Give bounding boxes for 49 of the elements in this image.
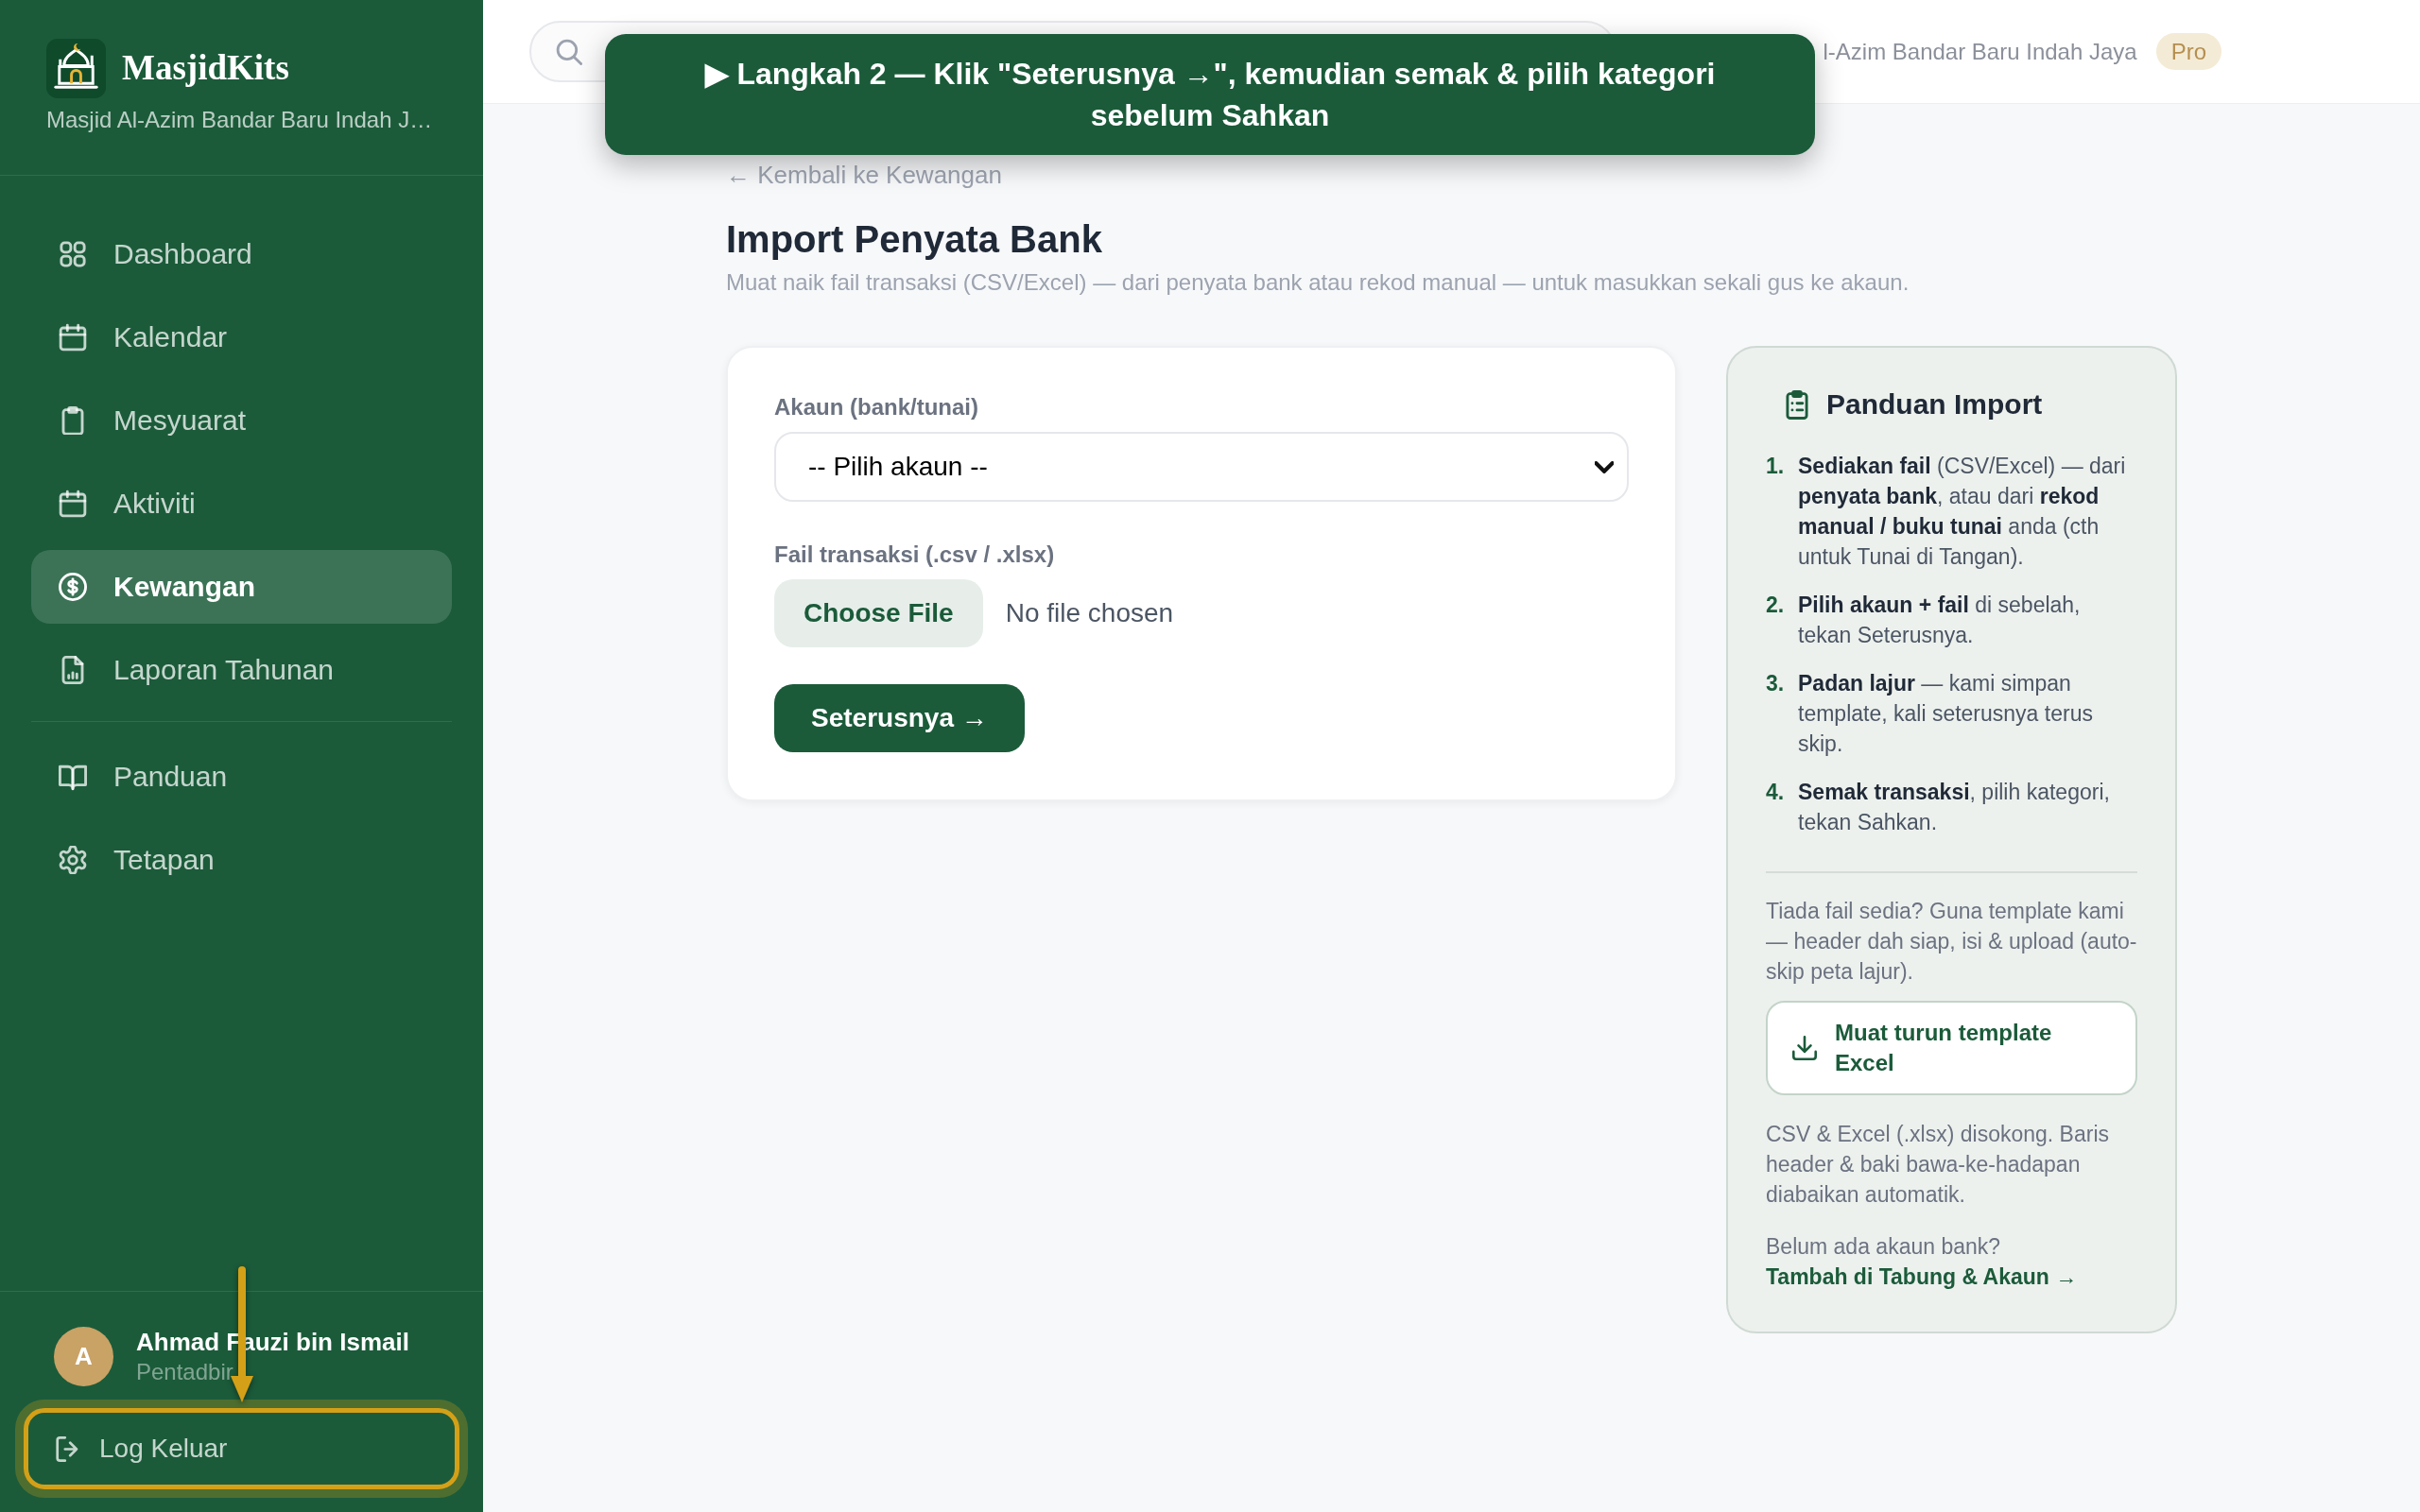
no-account-note: Belum ada akaun bank? Tambah di Tabung & Akaun → bbox=[1766, 1233, 2079, 1291]
next-button[interactable]: Seterusnya → bbox=[774, 684, 1025, 752]
mosque-subtitle: Masjid Al-Azim Bandar Baru Indah J… bbox=[46, 106, 434, 134]
plan-badge: Pro bbox=[2155, 33, 2221, 70]
step-number: 1. bbox=[1766, 453, 1786, 480]
logout-icon bbox=[55, 1435, 80, 1462]
page-subtitle: Muat naik fail transaksi (CSV/Excel) — dari penyata bank atau rekod manual — untuk masukkan sekali gus ke akaun. bbox=[726, 268, 1910, 297]
search-icon bbox=[556, 38, 582, 65]
step-text: Semak transaksi, pilih kategori, tekan Sahkan. bbox=[1798, 779, 2111, 836]
step-number: 2. bbox=[1766, 592, 1786, 619]
clipboard-list-icon bbox=[1785, 389, 1809, 420]
nav-item[interactable]: Mesyuarat bbox=[31, 384, 452, 457]
account-select[interactable]: -- Pilih akaun -- bbox=[774, 432, 1629, 502]
user-avatar: A bbox=[54, 1327, 113, 1386]
nav-item[interactable]: Aktiviti bbox=[31, 467, 452, 541]
field-label: Akaun (bank/tunai) bbox=[774, 393, 979, 421]
step-number: 3. bbox=[1766, 670, 1786, 697]
page-title: Import Penyata Bank bbox=[726, 217, 1103, 262]
book-icon bbox=[59, 763, 87, 791]
nav-item[interactable]: Panduan bbox=[31, 740, 452, 814]
step-text: Pilih akaun + fail di sebelah, tekan Seterusnya. bbox=[1798, 592, 2082, 649]
step-number: 4. bbox=[1766, 779, 1786, 806]
step-text: Padan lajur — kami simpan template, kali seterusnya terus skip. bbox=[1798, 670, 2094, 758]
file-status: No file chosen bbox=[1005, 597, 1174, 629]
mosque-name: l-Azim Bandar Baru Indah Jaya bbox=[1823, 37, 2137, 66]
nav-item[interactable]: Kalendar bbox=[31, 301, 452, 374]
guide-title: Panduan Import bbox=[1826, 387, 2043, 421]
nav-item[interactable]: Laporan Tahunan bbox=[31, 633, 452, 707]
user-role: Pentadbir bbox=[136, 1358, 234, 1386]
dollar-circle-icon bbox=[59, 573, 87, 601]
chevron-down-icon bbox=[1595, 460, 1614, 473]
mosque-logo-icon bbox=[46, 38, 106, 98]
tour-tooltip: ▶ Langkah 2 — Klik "Seterusnya →", kemudian semak & pilih kategori sebelum Sahkan bbox=[605, 34, 1815, 155]
calendar-icon bbox=[59, 490, 87, 518]
nav-item[interactable]: Kewangan bbox=[31, 550, 452, 624]
brand-name: MasjidKits bbox=[122, 47, 289, 89]
settings-icon bbox=[59, 846, 87, 874]
download-template-button[interactable]: Muat turun template Excel bbox=[1766, 1001, 2137, 1095]
download-icon bbox=[1792, 1036, 1817, 1060]
field-label: Fail transaksi (.csv / .xlsx) bbox=[774, 541, 1056, 569]
nav-item[interactable]: Tetapan bbox=[31, 823, 452, 897]
step-text: Sediakan fail (CSV/Excel) — dari penyata bank, atau dari rekod manual / buku tunai anda (cth untuk Tunai di Tangan). bbox=[1798, 453, 2127, 571]
formats-note: CSV & Excel (.xlsx) disokong. Baris header & baki bawa-ke-hadapan diabaikan automatik. bbox=[1766, 1121, 2110, 1209]
nav-item[interactable]: Dashboard bbox=[31, 217, 452, 291]
add-account-link[interactable]: Tambah di Tabung & Akaun → bbox=[1766, 1264, 2078, 1289]
calendar-icon bbox=[59, 323, 87, 352]
grid-icon bbox=[59, 240, 87, 268]
choose-file-button[interactable]: Choose File bbox=[774, 579, 983, 647]
template-note: Tiada fail sedia? Guna template kami — header dah siap, isi & upload (auto-skip peta lajur). bbox=[1766, 898, 2137, 986]
